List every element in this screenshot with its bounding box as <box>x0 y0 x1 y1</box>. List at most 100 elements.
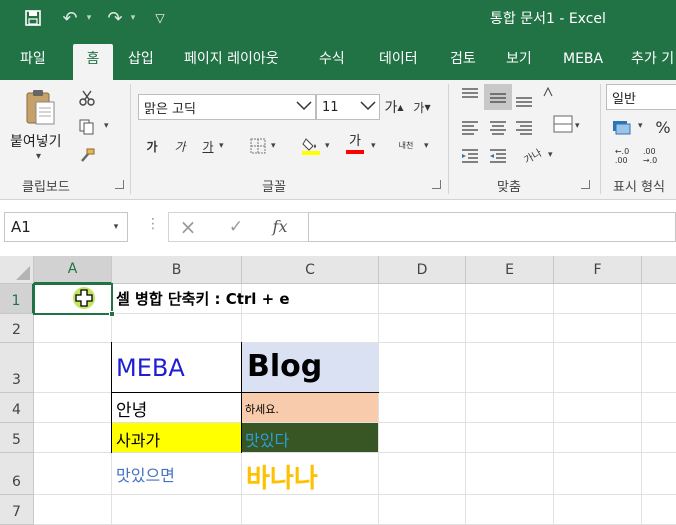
font-color-dropdown-icon[interactable]: ▾ <box>371 141 376 151</box>
paste-label[interactable]: 붙여넣기 <box>10 131 62 151</box>
underline-button[interactable]: 가 <box>198 136 218 156</box>
fill-color-icon[interactable] <box>300 134 322 156</box>
name-box-dropdown-icon[interactable]: ▾ <box>105 222 127 232</box>
cell-c3[interactable]: Blog <box>247 349 322 384</box>
borders-icon[interactable] <box>248 136 268 156</box>
phonetic-dropdown-icon[interactable]: ▾ <box>424 141 429 151</box>
font-color-swatch <box>346 150 364 154</box>
tab-review[interactable]: 검토 <box>440 44 486 80</box>
name-box-value: A1 <box>11 218 31 236</box>
underline-dropdown-icon[interactable]: ▾ <box>219 141 224 151</box>
group-divider <box>600 84 601 194</box>
tab-home[interactable]: 홈 <box>73 44 113 80</box>
cell-c6[interactable]: 바나나 <box>246 458 318 495</box>
chevron-down-icon[interactable] <box>293 100 315 114</box>
cell-c5[interactable]: 맛있다 <box>245 427 289 451</box>
tab-data[interactable]: 데이터 <box>369 44 428 80</box>
customize-toolbar-icon[interactable]: ▽ <box>150 6 170 30</box>
orientation-dropdown-icon[interactable]: ▾ <box>548 150 553 160</box>
accounting-dropdown-icon[interactable]: ▾ <box>638 121 643 131</box>
cell-b4[interactable]: 안녕 <box>116 396 147 421</box>
row-header-7[interactable]: 7 <box>0 495 34 525</box>
shrink-font-button[interactable]: 가 ▼ <box>412 96 432 118</box>
tab-meba[interactable]: MEBA <box>553 44 613 80</box>
tab-insert[interactable]: 삽입 <box>118 44 164 80</box>
number-group-label: 표시 형식 <box>613 180 665 195</box>
cancel-icon[interactable]: × <box>176 215 200 239</box>
copy-icon[interactable] <box>76 116 98 138</box>
alignment-launcher-icon[interactable] <box>581 180 590 189</box>
fill-handle[interactable] <box>109 311 115 317</box>
column-header-g[interactable] <box>642 256 676 284</box>
tab-page-layout[interactable]: 페이지 레이아웃 <box>174 44 289 80</box>
row-header-5[interactable]: 5 <box>0 423 34 453</box>
cell-b1[interactable]: 셀 병합 단축키 : Ctrl + e <box>116 288 290 309</box>
decrease-decimal-icon[interactable]: .00 →.0 <box>640 144 660 168</box>
window-title: 통합 문서1 - Excel <box>490 11 606 27</box>
row-header-1[interactable]: 1 <box>0 284 34 314</box>
cell-cursor-icon <box>75 289 93 307</box>
chevron-down-icon[interactable] <box>357 100 379 114</box>
save-icon[interactable] <box>18 6 48 30</box>
clipboard-group-label: 클립보드 <box>22 180 70 195</box>
grow-font-icon: 가 <box>384 100 398 116</box>
cell-b5[interactable]: 사과가 <box>116 427 160 451</box>
font-launcher-icon[interactable] <box>432 180 441 189</box>
font-color-button[interactable]: 가 <box>344 134 366 156</box>
column-header-a[interactable]: A <box>34 256 112 284</box>
shrink-font-icon: 가 <box>413 100 425 115</box>
italic-button[interactable]: 가 <box>170 136 190 156</box>
row-header-2[interactable]: 2 <box>0 314 34 343</box>
font-color-icon: 가 <box>349 134 361 149</box>
column-header-f[interactable]: F <box>554 256 642 284</box>
clipboard-launcher-icon[interactable] <box>115 180 124 189</box>
undo-icon[interactable]: ↶ <box>58 6 82 30</box>
redo-icon[interactable]: ↷ <box>103 6 127 30</box>
increase-decimal-icon[interactable]: ←.0 .00 <box>612 144 632 168</box>
accounting-format-icon[interactable] <box>610 116 636 138</box>
number-format-value: 일반 <box>612 91 636 107</box>
formula-input[interactable] <box>308 212 676 242</box>
column-header-b[interactable]: B <box>112 256 242 284</box>
redo-dropdown-icon[interactable]: ▾ <box>126 6 140 30</box>
number-format-combo[interactable]: 일반 <box>606 84 676 110</box>
grow-font-button[interactable]: 가 ▲ <box>384 96 404 118</box>
group-divider <box>130 84 131 194</box>
borders-dropdown-icon[interactable]: ▾ <box>271 141 276 151</box>
merge-dropdown-icon[interactable]: ▾ <box>575 121 580 131</box>
insert-function-icon[interactable]: fx <box>268 215 292 237</box>
column-header-c[interactable]: C <box>242 256 379 284</box>
cell-c4[interactable]: 하세요. <box>245 401 279 417</box>
tab-addins[interactable]: 추가 기 <box>621 44 676 80</box>
column-header-e[interactable]: E <box>466 256 554 284</box>
name-box[interactable]: A1 ▾ <box>4 212 128 242</box>
tab-file[interactable]: 파일 <box>10 44 56 80</box>
font-name-value: 맑은 고딕 <box>144 101 196 117</box>
select-all-button[interactable] <box>0 256 34 284</box>
copy-dropdown-icon[interactable]: ▾ <box>104 121 109 131</box>
formula-bar-resize-handle[interactable]: ⋮ <box>146 216 160 232</box>
cell-b3[interactable]: MEBA <box>116 354 185 382</box>
fill-color-dropdown-icon[interactable]: ▾ <box>325 141 330 151</box>
undo-dropdown-icon[interactable]: ▾ <box>82 6 96 30</box>
table-border <box>241 342 242 453</box>
format-painter-icon[interactable] <box>76 145 98 167</box>
table-border <box>111 342 112 453</box>
row-header-4[interactable]: 4 <box>0 393 34 423</box>
enter-icon[interactable]: ✓ <box>224 216 248 238</box>
row-header-3[interactable]: 3 <box>0 343 34 393</box>
alignment-group-label: 맞춤 <box>497 180 521 195</box>
cell-b6[interactable]: 맛있으면 <box>116 462 175 486</box>
percent-button[interactable]: % <box>652 116 674 138</box>
tab-view[interactable]: 보기 <box>496 44 542 80</box>
column-header-d[interactable]: D <box>379 256 466 284</box>
font-size-combo[interactable]: 11 <box>316 94 380 120</box>
paste-icon[interactable] <box>24 88 56 128</box>
paste-dropdown-icon[interactable]: ▾ <box>36 151 41 162</box>
cut-icon[interactable] <box>76 87 98 109</box>
font-name-combo[interactable]: 맑은 고딕 <box>138 94 316 120</box>
tab-formulas[interactable]: 수식 <box>309 44 355 80</box>
row-header-6[interactable]: 6 <box>0 453 34 495</box>
bold-button[interactable]: 가 <box>142 136 162 156</box>
phonetic-guide-icon[interactable]: 내천 <box>395 136 417 156</box>
